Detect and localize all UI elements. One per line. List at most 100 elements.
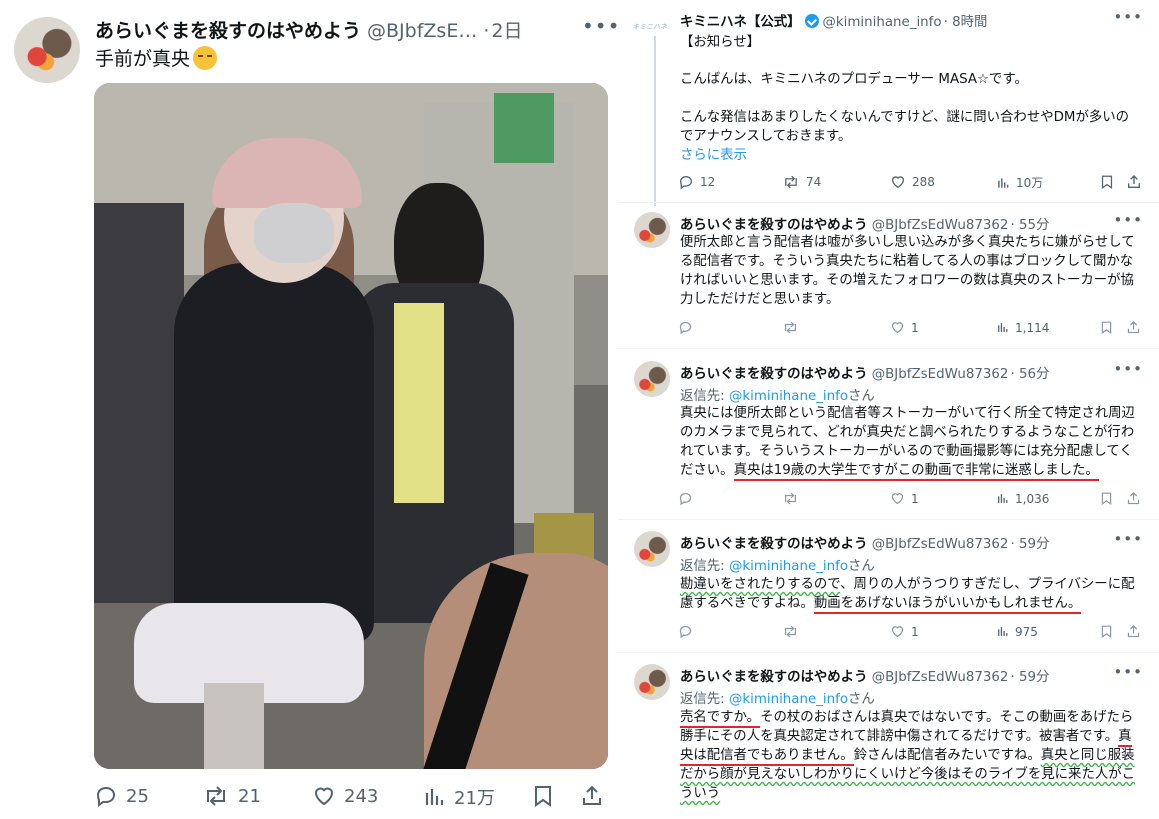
more-options-icon[interactable]: ••• (1113, 211, 1143, 229)
main-tweet-line: でアナウンスしておきます。 (680, 129, 852, 144)
like-button[interactable]: 243 (312, 784, 378, 808)
reply-line-text: 勝手にその人を真央認定されて誹謗中傷されてるだけです。被害者です。 (680, 729, 1119, 744)
reply-to-handle[interactable]: @kiminihane_info (729, 559, 848, 574)
reply-author-handle[interactable]: @BJbfZsEdWu87362 (872, 670, 1009, 685)
reply-avatar[interactable] (634, 361, 670, 397)
main-author-handle[interactable]: @kiminihane_info (823, 15, 942, 30)
reply-author-name[interactable]: あらいぐまを殺すのはやめよう (680, 367, 867, 382)
heart-icon (891, 626, 904, 638)
views-button[interactable]: 10万 (996, 174, 1043, 191)
repost-count: 21 (238, 785, 261, 807)
reply-line-text: 慮するべきですよね。 (680, 596, 814, 611)
reply-line: ければいいと思います。その増えたフォロワーの数は真央のストーカーが協 (680, 273, 1134, 288)
more-options-icon[interactable]: ••• (1113, 530, 1143, 548)
reply-author-name[interactable]: あらいぐまを殺すのはやめよう (680, 537, 867, 552)
reply-thread: キミニハネ キミニハネ【公式】 @kiminihane_info · 8時間 •••… (618, 0, 1159, 819)
reply-to-label: 返信先: (680, 559, 725, 574)
bookmark-button[interactable] (1100, 174, 1114, 190)
bookmark-icon (1101, 492, 1112, 505)
bookmark-button[interactable] (1100, 320, 1113, 335)
author-name[interactable]: あらいぐまを殺すのはやめよう (95, 20, 361, 42)
more-options-icon[interactable]: ••• (1113, 663, 1143, 681)
bookmark-button[interactable] (1100, 624, 1113, 639)
repost-button[interactable] (782, 624, 799, 639)
post-time[interactable]: 2日 (491, 20, 522, 42)
reply-to: 返信先: @kiminihane_infoさん (680, 687, 875, 707)
thread-connector (654, 36, 656, 206)
repost-button[interactable] (782, 491, 799, 506)
video-woman-shirt (394, 303, 444, 503)
reply-button[interactable] (678, 624, 693, 639)
bookmark-button[interactable] (532, 784, 554, 808)
reply-line: 慮するべきですよね。動画をあげないほうがいいかもしれません。 (680, 594, 1140, 614)
views-button[interactable]: 975 (996, 624, 1038, 639)
green-underlined-text: だから顔が見えないしわかりにくいけど今後はそのライブを見に来た人がこ (680, 767, 1136, 782)
reply-button[interactable]: 25 (94, 784, 149, 808)
reply-to-handle[interactable]: @kiminihane_info (729, 389, 848, 404)
reply-button[interactable] (678, 320, 693, 335)
more-options-icon[interactable]: ••• (582, 14, 620, 38)
like-count: 288 (912, 175, 935, 189)
divider (618, 519, 1159, 520)
views-button[interactable]: 1,036 (996, 491, 1049, 506)
reply-author-handle[interactable]: @BJbfZsEdWu87362 (872, 218, 1009, 233)
post-text: 手前が真央 (95, 44, 218, 71)
divider (618, 202, 1159, 203)
views-chart-icon (998, 627, 1008, 636)
more-options-icon[interactable]: ••• (1113, 8, 1143, 26)
reply-line-text: 、周りの人がうつりすぎだし、プライバシーに配 (840, 577, 1135, 592)
reply-time[interactable]: · 56分 (1010, 367, 1049, 382)
reply-author-handle[interactable]: @BJbfZsEdWu87362 (872, 367, 1009, 382)
reply-actions: 1 975 (678, 624, 1148, 644)
reply-to-label: 返信先: (680, 692, 725, 707)
reply-line: 売名ですか。その杖のおばさんは真央ではないです。そこの動画をあげたら (680, 708, 1140, 728)
main-author-name[interactable]: キミニハネ【公式】 (680, 15, 801, 30)
author-avatar[interactable] (14, 17, 80, 83)
main-tweet-line: 【お知らせ】 (680, 35, 761, 50)
views-button[interactable]: 1,114 (996, 320, 1049, 335)
reply-time[interactable]: · 59分 (1010, 537, 1049, 552)
share-button[interactable] (580, 784, 604, 808)
kiminihane-logo[interactable]: キミニハネ (632, 22, 670, 34)
share-button[interactable] (1126, 320, 1141, 335)
share-button[interactable] (1126, 624, 1141, 639)
views-button[interactable]: 21万 (422, 784, 495, 810)
unamused-face-emoji (193, 46, 218, 70)
like-button[interactable]: 288 (890, 174, 935, 190)
post-video[interactable] (94, 83, 608, 769)
repost-button[interactable]: 74 (782, 174, 821, 190)
reply-avatar[interactable] (634, 212, 670, 248)
main-tweet-header: キミニハネ【公式】 @kiminihane_info · 8時間 (680, 10, 987, 30)
more-options-icon[interactable]: ••• (1113, 360, 1143, 378)
like-button[interactable]: 1 (890, 491, 919, 506)
reply-line: 真央には便所太郎という配信者等ストーカーがいて行く所全て特定され周辺 (680, 406, 1135, 421)
reply-line: 便所太郎と言う配信者は嘘が多いし思い込みが多く真央たちに嫌がらせして (680, 235, 1135, 250)
separator: · (483, 20, 490, 42)
like-count: 1 (911, 624, 919, 639)
share-button[interactable] (1126, 174, 1142, 190)
like-button[interactable]: 1 (890, 624, 919, 639)
reply-author-handle[interactable]: @BJbfZsEdWu87362 (872, 537, 1009, 552)
like-button[interactable]: 1 (890, 320, 919, 335)
reply-button[interactable]: 12 (678, 174, 715, 190)
reply-author-name[interactable]: あらいぐまを殺すのはやめよう (680, 218, 867, 233)
share-button[interactable] (1126, 491, 1141, 506)
reply-line: 力しただけだと思います。 (680, 292, 840, 307)
author-handle[interactable]: @BJbfZsE… (367, 20, 477, 42)
video-girl-mask (254, 203, 334, 263)
reply-to-handle[interactable]: @kiminihane_info (729, 692, 848, 707)
reply-time[interactable]: · 55分 (1010, 218, 1049, 233)
views-chart-icon (998, 494, 1008, 503)
reply-time[interactable]: · 59分 (1010, 670, 1049, 685)
bookmark-button[interactable] (1100, 491, 1113, 506)
reply-avatar[interactable] (634, 531, 670, 567)
show-more-link[interactable]: さらに表示 (680, 146, 1140, 165)
reply-button[interactable] (678, 491, 693, 506)
reply-author-name[interactable]: あらいぐまを殺すのはやめよう (680, 670, 867, 685)
reply-avatar[interactable] (634, 664, 670, 700)
repost-button[interactable] (782, 320, 799, 335)
heart-icon (891, 493, 904, 505)
repost-button[interactable]: 21 (202, 784, 261, 808)
reply-icon (679, 321, 692, 335)
main-time[interactable]: · 8時間 (944, 15, 988, 30)
